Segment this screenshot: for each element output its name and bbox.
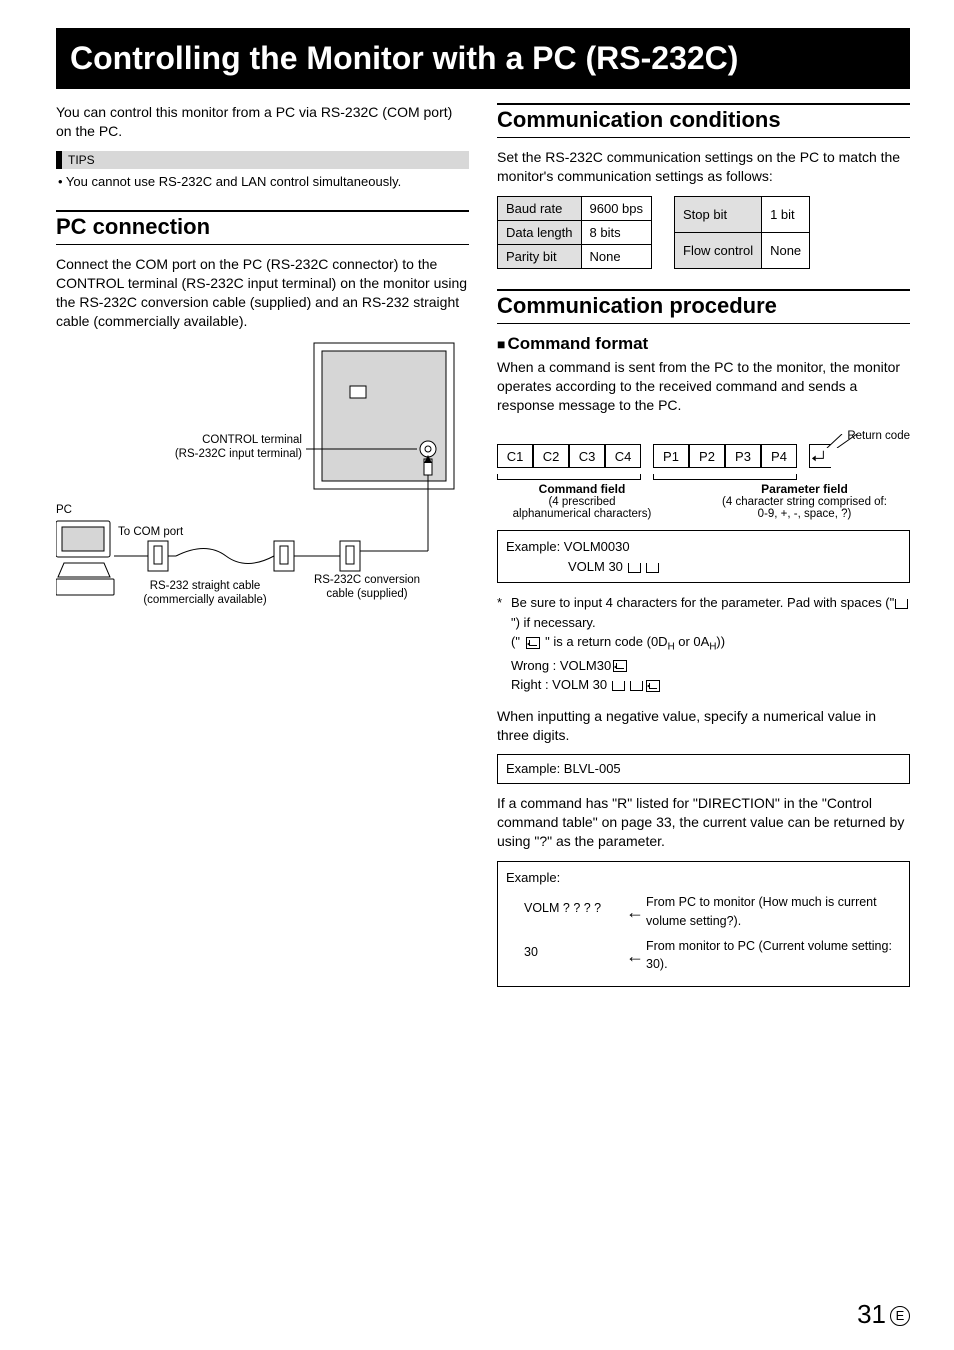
flow-control-value: None [762,232,810,268]
example1-line1: Example: VOLM0030 [506,537,901,557]
cell-p3: P3 [725,444,761,468]
page-number: 31E [857,1299,910,1330]
page-title: Controlling the Monitor with a PC (RS-23… [56,28,910,89]
intro-text: You can control this monitor from a PC v… [56,103,469,141]
note-return-code: (" " is a return code (0DH or 0AH)) [511,634,725,649]
straight-cable-label: RS-232 straight cable (commercially avai… [130,579,280,608]
command-field-title: Command field [539,482,626,496]
cell-c2: C2 [533,444,569,468]
negative-value-note: When inputting a negative value, specify… [497,707,910,745]
return-code-label: Return code [497,430,910,442]
to-com-label: To COM port [118,525,183,539]
command-format-cells: C1 C2 C3 C4 P1 P2 P3 P4 [497,444,910,468]
example1-line2: VOLM 30 [506,557,901,577]
query-desc-1: From PC to monitor (How much is current … [646,893,901,931]
return-code-icon [613,660,627,672]
pc-connection-diagram: CONTROL terminal (RS-232C input terminal… [56,341,469,631]
space-icon [895,599,908,609]
baud-rate-value: 9600 bps [581,196,652,220]
cell-c3: C3 [569,444,605,468]
flow-control-label: Flow control [675,232,762,268]
note-pad-text: Be sure to input 4 characters for the pa… [511,595,909,630]
pc-connection-body: Connect the COM port on the PC (RS-232C … [56,255,469,331]
comm-table-1: Baud rate9600 bps Data length8 bits Pari… [497,196,652,269]
data-length-label: Data length [498,220,582,244]
baud-rate-label: Baud rate [498,196,582,220]
arrow-left-icon: ← [618,937,646,970]
space-icon [628,563,641,573]
return-code-icon [646,680,660,692]
right-example: Right : VOLM 30 [511,677,662,692]
comm-conditions-body: Set the RS-232C communication settings o… [497,148,910,186]
space-icon [630,681,643,691]
tip-item: • You cannot use RS-232C and LAN control… [56,173,469,191]
query-note: If a command has "R" listed for "DIRECTI… [497,794,910,851]
cell-c1: C1 [497,444,533,468]
query-desc-2: From monitor to PC (Current volume setti… [646,937,901,975]
data-length-value: 8 bits [581,220,652,244]
cell-p1: P1 [653,444,689,468]
example3-label: Example: [506,868,901,888]
comm-procedure-heading: Communication procedure [497,289,910,324]
comm-table-2: Stop bit1 bit Flow controlNone [674,196,810,269]
parity-bit-value: None [581,244,652,268]
cell-p2: P2 [689,444,725,468]
cell-p4: P4 [761,444,797,468]
query-cmd-1: VOLM ? ? ? ? [506,893,618,918]
footnote-star: * [497,593,511,694]
conversion-cable-label: RS-232C conversion cable (supplied) [302,573,432,602]
command-format-body: When a command is sent from the PC to th… [497,358,910,415]
parameter-field-title: Parameter field [761,482,848,496]
cell-return [809,444,831,468]
space-icon [612,681,625,691]
stop-bit-label: Stop bit [675,196,762,232]
stop-bit-value: 1 bit [762,196,810,232]
control-terminal-label: CONTROL terminal (RS-232C input terminal… [172,433,302,462]
page-language-badge: E [890,1306,910,1326]
example-box-1: Example: VOLM0030 VOLM 30 [497,530,910,583]
parameter-field-desc: (4 character string comprised of: 0-9, +… [722,496,887,520]
command-field-desc: (4 prescribed alphanumerical characters) [513,496,652,520]
pc-connection-heading: PC connection [56,210,469,245]
tips-heading: TIPS [56,151,469,169]
cell-c4: C4 [605,444,641,468]
pc-label: PC [56,503,72,517]
command-format-heading: Command format [497,334,910,354]
query-cmd-2: 30 [506,937,618,962]
return-code-icon [526,637,540,649]
wrong-example: Wrong : VOLM30 [511,658,629,673]
comm-conditions-heading: Communication conditions [497,103,910,138]
space-icon [646,563,659,573]
example-box-2: Example: BLVL-005 [497,754,910,784]
parity-bit-label: Parity bit [498,244,582,268]
example-box-3: Example: VOLM ? ? ? ? ← From PC to monit… [497,861,910,988]
arrow-left-icon: ← [618,893,646,926]
